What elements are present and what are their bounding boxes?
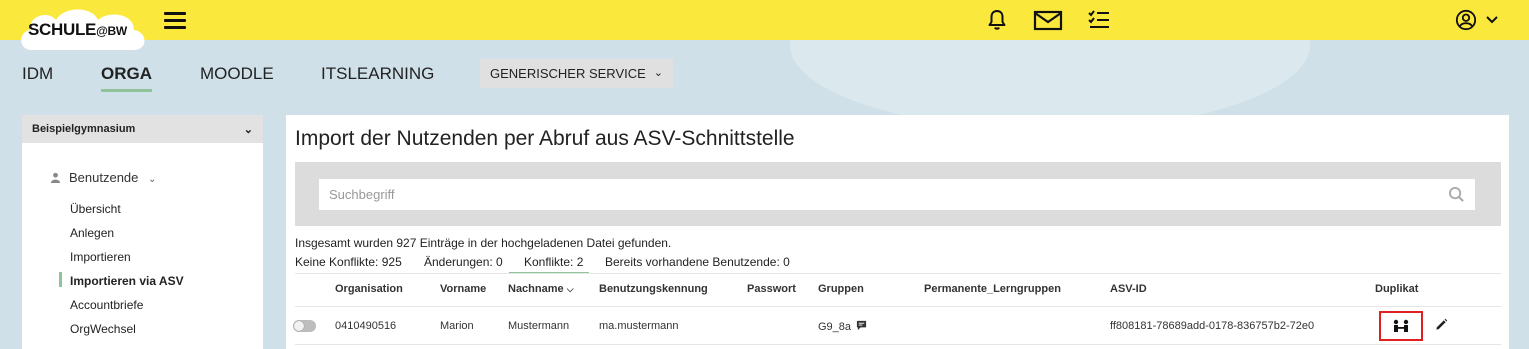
cell-gruppen-label: G9_8a — [818, 321, 852, 333]
school-dropdown-label: Beispielgymnasium — [32, 123, 136, 135]
filter-aenderungen[interactable]: Änderungen: 0 — [424, 255, 503, 269]
column-nachname[interactable]: Nachname ⌵ — [508, 283, 574, 295]
nav-moodle[interactable]: MOODLE — [200, 64, 274, 84]
column-vorname[interactable]: Vorname — [440, 283, 486, 295]
import-summary: Insgesamt wurden 927 Einträge in der hoc… — [295, 236, 672, 250]
divider — [295, 344, 1501, 345]
nav-idm[interactable]: IDM — [22, 64, 53, 84]
sidebar-item-uebersicht[interactable]: Übersicht — [70, 202, 121, 216]
nav-active-indicator — [101, 89, 152, 92]
cell-nachname: Mustermann — [508, 320, 570, 332]
column-organisation[interactable]: Organisation — [335, 283, 403, 295]
service-dropdown-label: GENERISCHER SERVICE — [490, 66, 646, 81]
cell-asv-id: ff808181-78689add-0178-836757b2-72e0 — [1110, 320, 1315, 332]
sidebar-item-importieren[interactable]: Importieren — [70, 250, 131, 264]
cell-kennung: ma.mustermann — [599, 320, 679, 332]
row-select-toggle[interactable] — [293, 320, 316, 332]
task-list-icon[interactable] — [1086, 8, 1112, 32]
chevron-down-icon[interactable] — [1484, 8, 1500, 32]
column-passwort[interactable]: Passwort — [747, 283, 796, 295]
search-icon[interactable] — [1448, 186, 1465, 203]
column-nachname-label: Nachname — [508, 283, 564, 295]
sidebar-section-label: Benutzende — [69, 170, 139, 185]
duplicate-users-icon — [1393, 319, 1409, 332]
sidebar-item-accountbriefe[interactable]: Accountbriefe — [70, 298, 143, 312]
chevron-down-icon: ⌄ — [148, 174, 157, 185]
column-benutzungskennung[interactable]: Benutzungskennung — [599, 283, 708, 295]
sidebar-section-benutzende[interactable]: Benutzende ⌄ — [50, 170, 156, 185]
school-dropdown[interactable]: Beispielgymnasium ⌄ — [22, 115, 263, 143]
column-permanente-lerngruppen[interactable]: Permanente_Lerngruppen — [924, 283, 1061, 295]
duplicate-button[interactable] — [1379, 311, 1423, 341]
top-bar: SCHULE@BW — [0, 0, 1529, 50]
divider — [295, 273, 1501, 274]
nav-orga[interactable]: ORGA — [101, 64, 152, 84]
sort-chevron-icon: ⌵ — [566, 284, 574, 294]
filter-bereits-vorhanden[interactable]: Bereits vorhandene Benutzende: 0 — [605, 255, 790, 269]
column-asv-id[interactable]: ASV-ID — [1110, 283, 1147, 295]
chevron-down-icon: ⌄ — [653, 67, 663, 79]
cell-vorname: Marion — [440, 320, 474, 332]
service-dropdown[interactable]: GENERISCHER SERVICE ⌄ — [480, 59, 673, 88]
import-card: Import der Nutzenden per Abruf aus ASV-S… — [286, 115, 1509, 349]
search-bar — [295, 162, 1501, 226]
bell-icon[interactable] — [984, 8, 1010, 32]
sidebar: Beispielgymnasium ⌄ Benutzende ⌄ Übersic… — [22, 115, 263, 349]
nav-itslearning[interactable]: ITSLEARNING — [321, 64, 434, 84]
menu-icon[interactable] — [164, 12, 186, 30]
comment-icon[interactable] — [856, 320, 867, 331]
search-input[interactable] — [319, 179, 1475, 210]
cell-gruppen: G9_8a — [818, 320, 867, 333]
filter-keine-konflikte[interactable]: Keine Konflikte: 925 — [295, 255, 402, 269]
column-duplikat[interactable]: Duplikat — [1375, 283, 1418, 295]
sidebar-item-anlegen[interactable]: Anlegen — [70, 226, 114, 240]
sidebar-item-importieren-via-asv[interactable]: Importieren via ASV — [70, 274, 184, 288]
chevron-down-icon: ⌄ — [243, 124, 253, 136]
sidebar-item-orgwechsel[interactable]: OrgWechsel — [70, 322, 136, 336]
filter-konflikte[interactable]: Konflikte: 2 — [524, 255, 583, 269]
account-icon[interactable] — [1455, 8, 1477, 32]
cell-organisation: 0410490516 — [335, 320, 397, 332]
column-gruppen[interactable]: Gruppen — [818, 283, 864, 295]
page-title: Import der Nutzenden per Abruf aus ASV-S… — [295, 127, 795, 150]
person-icon — [50, 172, 61, 183]
divider — [295, 306, 1501, 307]
sidebar-active-indicator — [59, 272, 62, 287]
edit-pencil-icon[interactable] — [1435, 318, 1448, 331]
logo[interactable]: SCHULE@BW — [28, 20, 127, 40]
mail-icon[interactable] — [1033, 8, 1063, 32]
